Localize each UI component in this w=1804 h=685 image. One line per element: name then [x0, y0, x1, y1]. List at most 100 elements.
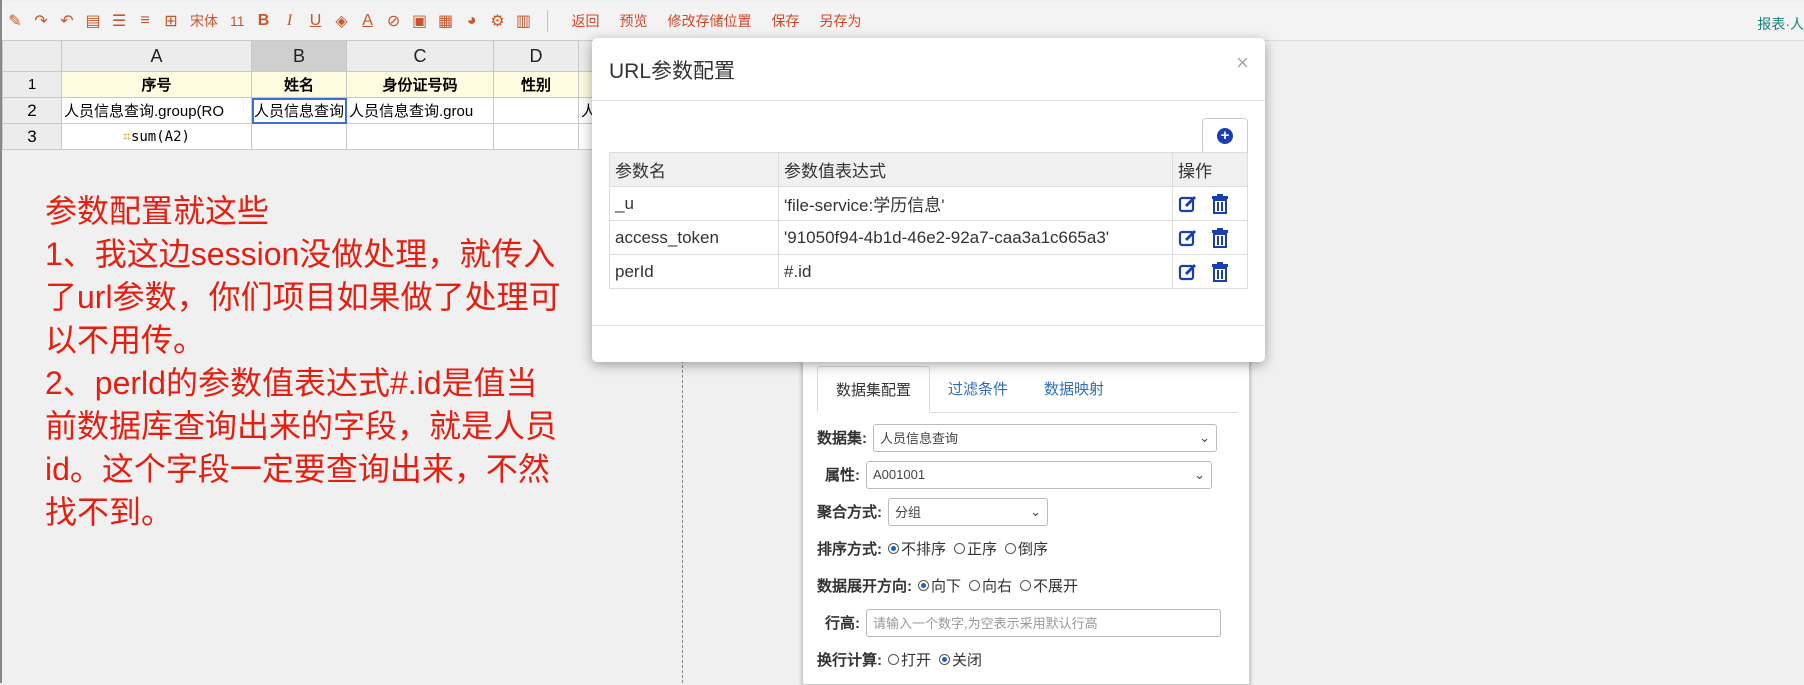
column-header-d[interactable]: D	[493, 40, 580, 72]
radio-label: 不展开	[1033, 578, 1079, 595]
grid-cell[interactable]	[346, 123, 495, 150]
modal-title: URL参数配置	[609, 60, 736, 83]
trash-icon[interactable]	[1211, 227, 1229, 248]
change-storage-link[interactable]: 修改存储位置	[668, 11, 752, 31]
add-param-button[interactable]: +	[1202, 118, 1248, 154]
radio-dot	[1005, 543, 1017, 554]
save-link[interactable]: 保存	[772, 11, 800, 31]
settings-gear-icon[interactable]: ⚙	[487, 10, 509, 32]
image-icon[interactable]: ▣	[409, 10, 431, 32]
url-param-modal: URL参数配置 × + 参数名 参数值表达式 操作 _u 'file-servi…	[592, 38, 1265, 362]
tab-data-mapping[interactable]: 数据映射	[1026, 366, 1122, 412]
grid-cell-selected[interactable]: 人员信息查询	[250, 97, 348, 124]
expand-down-radio[interactable]: 向下	[918, 575, 961, 596]
radio-dot	[1020, 580, 1032, 591]
table-header-value: 参数值表达式	[778, 152, 1173, 187]
report-icon[interactable]: ▥	[513, 10, 535, 32]
bold-icon[interactable]: B	[253, 10, 275, 32]
grid-cell[interactable]: 姓名	[250, 71, 348, 98]
edit-icon[interactable]: ✎	[4, 10, 26, 32]
param-action-cell	[1172, 254, 1248, 289]
trash-icon[interactable]	[1211, 261, 1229, 282]
radio-label: 倒序	[1018, 541, 1049, 558]
preview-link[interactable]: 预览	[620, 11, 648, 31]
tab-dataset-config[interactable]: 数据集配置	[817, 366, 931, 413]
aggregate-select[interactable]: 分组 ⌄	[888, 497, 1048, 526]
chart-icon[interactable]: ◕	[461, 10, 483, 32]
expand-row: 数据展开方向: 向下 向右 不展开	[817, 567, 1249, 604]
grid-cell[interactable]: 人员信息查询.group(RO	[61, 97, 252, 124]
grid-cell[interactable]: 人员信息查询.grou	[346, 97, 495, 124]
aggregate-value: 分组	[895, 505, 922, 520]
font-size-select[interactable]: 11	[230, 13, 245, 29]
trash-icon[interactable]	[1211, 193, 1229, 214]
edit-icon[interactable]	[1178, 194, 1198, 214]
sort-row: 排序方式: 不排序 正序 倒序	[817, 530, 1249, 567]
dataset-select[interactable]: 人员信息查询 ⌄	[873, 423, 1217, 452]
qrcode-icon[interactable]: ▦	[435, 10, 457, 32]
text-align-icon[interactable]: ≡	[134, 10, 156, 32]
back-link[interactable]: 返回	[572, 11, 600, 31]
grid-cell[interactable]: 性别	[493, 71, 580, 98]
annotation-note: 参数配置就这些 1、我这边session没做处理，就传入了url参数，你们项目如…	[45, 190, 565, 534]
radio-label: 正序	[967, 541, 998, 558]
row-number[interactable]: 3	[2, 123, 62, 150]
wrap-off-radio[interactable]: 关闭	[939, 649, 982, 670]
expand-right-radio[interactable]: 向右	[969, 575, 1012, 596]
row-number[interactable]: 2	[2, 97, 62, 124]
undo-icon[interactable]: ↶	[56, 10, 78, 32]
sort-none-radio[interactable]: 不排序	[888, 538, 946, 559]
grid-cell[interactable]	[493, 97, 580, 124]
radio-dot	[888, 543, 899, 554]
clear-format-icon[interactable]: ⊘	[383, 10, 405, 32]
font-color-icon[interactable]: A	[357, 10, 379, 32]
edit-icon[interactable]	[1178, 262, 1198, 282]
edit-icon[interactable]	[1178, 228, 1198, 248]
row-number[interactable]: 1	[2, 71, 62, 98]
formula-text: sum(A2)	[130, 128, 190, 145]
save-as-link[interactable]: 另存为	[820, 11, 862, 31]
param-action-cell	[1172, 186, 1248, 221]
param-name-cell: _u	[609, 186, 779, 221]
row-height-input[interactable]: 请输入一个数字,为空表示采用默认行高	[866, 608, 1221, 637]
toolbar-divider	[546, 10, 548, 32]
column-header-a[interactable]: A	[61, 40, 252, 72]
grid-cell[interactable]: 序号	[61, 71, 252, 98]
radio-label: 向右	[982, 578, 1013, 595]
grid-cell[interactable]	[250, 123, 348, 150]
corner-cell[interactable]	[2, 40, 62, 72]
column-header-c[interactable]: C	[346, 40, 495, 72]
wrap-on-radio[interactable]: 打开	[888, 649, 931, 670]
chevron-down-icon: ⌄	[1030, 503, 1041, 519]
wrap-label: 换行计算:	[817, 652, 882, 669]
param-value-cell: #.id	[778, 254, 1173, 289]
grid-cell[interactable]	[493, 123, 580, 150]
annotation-line: 2、perld的参数值表达式#.id是值当前数据库查询出来的字段，就是人员id。…	[45, 365, 558, 530]
radio-dot	[939, 654, 951, 665]
italic-icon[interactable]: I	[279, 10, 301, 32]
font-family-select[interactable]: 宋体	[190, 11, 218, 31]
report-title-link[interactable]: 报表·人	[1757, 14, 1804, 34]
param-action-cell	[1172, 220, 1248, 255]
fill-color-icon[interactable]: ◈	[331, 10, 353, 32]
sort-label: 排序方式:	[817, 541, 882, 558]
sort-desc-radio[interactable]: 倒序	[1005, 538, 1048, 559]
grid-cell[interactable]: ⌗sum(A2)	[61, 123, 252, 150]
attribute-select[interactable]: A001001 ⌄	[866, 460, 1212, 489]
redo-icon[interactable]: ↷	[30, 10, 52, 32]
column-header-b[interactable]: B	[250, 40, 348, 72]
grid-cell[interactable]: 身份证号码	[346, 71, 495, 98]
expand-none-radio[interactable]: 不展开	[1020, 575, 1078, 596]
format-painter-icon[interactable]: ▤	[82, 10, 104, 32]
radio-dot	[918, 580, 929, 591]
close-icon[interactable]: ×	[1236, 50, 1249, 76]
annotation-line: 参数配置就这些	[45, 193, 270, 229]
tab-filter-condition[interactable]: 过滤条件	[930, 366, 1026, 412]
param-name-cell: perId	[609, 254, 779, 289]
border-icon[interactable]: ⊞	[160, 10, 182, 32]
underline-icon[interactable]: U	[305, 10, 327, 32]
radio-dot	[954, 543, 966, 554]
radio-label: 关闭	[952, 652, 983, 669]
sort-asc-radio[interactable]: 正序	[954, 538, 997, 559]
align-icon[interactable]: ☰	[108, 10, 130, 32]
